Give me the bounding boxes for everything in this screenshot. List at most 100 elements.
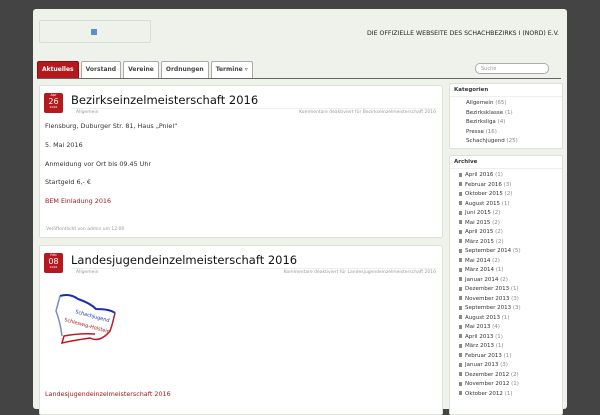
sidebar-link[interactable]: März 2014 (1) bbox=[459, 266, 562, 276]
sidebar-link[interactable]: Juni 2015 (2) bbox=[459, 209, 562, 219]
link-label[interactable]: September 2014 bbox=[465, 248, 511, 254]
archive-icon bbox=[459, 343, 462, 348]
sidebar-link[interactable]: Januar 2014 (2) bbox=[459, 276, 562, 286]
archive-icon bbox=[459, 286, 462, 291]
link-label[interactable]: Allgemein bbox=[466, 100, 493, 106]
sidebar-link[interactable]: April 2015 (2) bbox=[459, 228, 562, 238]
sidebar-link[interactable]: August 2013 (1) bbox=[459, 314, 562, 324]
post-count: (2) bbox=[500, 276, 508, 283]
archive-icon bbox=[459, 191, 462, 196]
archive-icon bbox=[459, 391, 462, 395]
site-tagline: DIE OFFIZIELLE WEBSEITE DES SCHACHBEZIRK… bbox=[367, 30, 559, 37]
bem-einladung-link[interactable]: BEM Einladung 2016 bbox=[45, 197, 111, 205]
post-category[interactable]: Allgemein bbox=[76, 270, 98, 275]
link-label[interactable]: Oktober 2015 bbox=[465, 191, 503, 197]
post-count: (5) bbox=[512, 248, 521, 254]
widget-title: Archive bbox=[450, 156, 562, 169]
link-label[interactable]: August 2013 bbox=[465, 315, 500, 321]
post-count: (3) bbox=[511, 295, 519, 302]
sidebar-link[interactable]: August 2015 (1) bbox=[459, 200, 562, 210]
tab-ordnungen[interactable]: Ordnungen bbox=[160, 61, 209, 78]
archive-icon bbox=[459, 381, 462, 386]
link-label[interactable]: März 2015 bbox=[465, 239, 494, 245]
link-label[interactable]: Mai 2015 bbox=[465, 220, 490, 226]
sidebar-link[interactable]: Mai 2015 (2) bbox=[459, 219, 562, 229]
sidebar-link[interactable]: Februar 2016 (3) bbox=[459, 181, 562, 191]
archive-icon bbox=[459, 258, 462, 262]
link-label[interactable]: Dezember 2012 bbox=[465, 372, 509, 378]
link-label[interactable]: März 2014 bbox=[465, 267, 494, 273]
sidebar-link[interactable]: Dezember 2012 (2) bbox=[459, 371, 562, 381]
comments-status: Kommentare deaktiviert für Landesjugende… bbox=[283, 270, 436, 275]
post-count: (25) bbox=[506, 138, 518, 144]
sidebar-link[interactable]: April 2016 (1) bbox=[459, 171, 562, 181]
sidebar-link[interactable]: Allgemein (65) bbox=[466, 99, 562, 109]
post-count: (3) bbox=[503, 181, 512, 188]
link-label[interactable]: November 2013 bbox=[465, 296, 509, 302]
link-label[interactable]: Januar 2014 bbox=[465, 277, 498, 283]
link-label[interactable]: April 2013 bbox=[465, 334, 493, 340]
link-label[interactable]: Mai 2014 bbox=[465, 258, 490, 264]
sidebar-link[interactable]: Oktober 2015 (2) bbox=[459, 190, 562, 200]
tab-vorstand[interactable]: Vorstand bbox=[80, 61, 122, 78]
tab-aktuelles[interactable]: Aktuelles bbox=[37, 61, 79, 78]
sidebar-link[interactable]: Presse (16) bbox=[466, 128, 562, 138]
link-label[interactable]: Dezember 2013 bbox=[465, 286, 509, 292]
post-category[interactable]: Allgemein bbox=[76, 110, 98, 115]
link-label[interactable]: Februar 2016 bbox=[465, 182, 502, 188]
link-label[interactable]: Juni 2015 bbox=[465, 210, 491, 216]
broken-image-icon: . bbox=[91, 29, 97, 35]
sidebar-link[interactable]: März 2015 (2) bbox=[459, 238, 562, 248]
post-count: (1) bbox=[503, 352, 512, 359]
link-label[interactable]: August 2015 bbox=[465, 201, 500, 207]
link-label[interactable]: Bezirksklasse bbox=[466, 110, 503, 116]
sidebar-link[interactable]: Dezember 2013 (1) bbox=[459, 285, 562, 295]
sidebar-link[interactable]: April 2013 (1) bbox=[459, 333, 562, 343]
sidebar-link[interactable]: Schachjugend (25) bbox=[466, 137, 562, 147]
site-logo[interactable]: . bbox=[39, 20, 151, 43]
sidebar-link[interactable]: Januar 2013 (3) bbox=[459, 361, 562, 371]
link-label[interactable]: Januar 2013 bbox=[465, 362, 498, 368]
post-footer: Veröffentlicht von admin um 12:00 bbox=[46, 227, 125, 232]
nav-divider bbox=[37, 78, 561, 79]
sidebar-link[interactable]: Mai 2014 (2) bbox=[459, 257, 562, 267]
link-label[interactable]: Bezirksliga bbox=[466, 119, 496, 125]
link-label[interactable]: November 2012 bbox=[465, 381, 509, 387]
sidebar-link[interactable]: November 2013 (3) bbox=[459, 295, 562, 305]
sidebar-link[interactable]: September 2014 (5) bbox=[459, 247, 562, 257]
ljem-link[interactable]: Landesjugendeinzelmeisterschaft 2016 bbox=[45, 390, 171, 398]
post-title[interactable]: Landesjugendeinzelmeisterschaft 2016 bbox=[71, 253, 297, 267]
link-label[interactable]: April 2016 bbox=[465, 172, 493, 178]
post-text: Anmeldung vor Ort bis 09.45 Uhr bbox=[45, 159, 152, 168]
tab-termine[interactable]: Termine ▿ bbox=[210, 61, 253, 78]
sidebar-link[interactable]: Februar 2013 (1) bbox=[459, 352, 562, 362]
sidebar-link[interactable]: Bezirksklasse (1) bbox=[466, 109, 562, 119]
link-label[interactable]: Mai 2013 bbox=[465, 324, 490, 330]
link-label[interactable]: Schachjugend bbox=[466, 138, 505, 144]
sidebar-link[interactable]: September 2013 (3) bbox=[459, 304, 562, 314]
link-label[interactable]: März 2013 bbox=[465, 343, 494, 349]
link-label[interactable]: April 2015 bbox=[465, 229, 493, 235]
sidebar-link[interactable]: Mai 2013 (4) bbox=[459, 323, 562, 333]
post-count: (65) bbox=[495, 100, 507, 106]
sidebar-link[interactable]: Bezirksliga (4) bbox=[466, 118, 562, 128]
sidebar-link[interactable]: März 2013 (1) bbox=[459, 342, 562, 352]
post-article: Feb 08 2016 Landesjugendeinzelmeisterschaf… bbox=[39, 245, 443, 415]
tab-vereine[interactable]: Vereine bbox=[123, 61, 159, 78]
archive-icon bbox=[459, 220, 462, 224]
post-title[interactable]: Bezirkseinzelmeisterschaft 2016 bbox=[71, 93, 258, 107]
date-badge: Feb 08 2016 bbox=[44, 253, 63, 273]
archive-icon bbox=[459, 229, 462, 234]
archive-icon bbox=[459, 305, 462, 310]
post-count: (4) bbox=[492, 324, 500, 330]
link-label[interactable]: Oktober 2012 bbox=[465, 391, 503, 397]
archive-icon bbox=[459, 315, 462, 319]
post-count: (1) bbox=[495, 172, 503, 178]
link-label[interactable]: Februar 2013 bbox=[465, 353, 502, 359]
sidebar-link[interactable]: Oktober 2012 (1) bbox=[459, 390, 562, 400]
archive-icon bbox=[459, 172, 462, 177]
search-input[interactable]: Suche bbox=[475, 63, 549, 74]
link-label[interactable]: Presse bbox=[466, 129, 484, 135]
link-label[interactable]: September 2013 bbox=[465, 305, 511, 311]
sidebar-link[interactable]: November 2012 (1) bbox=[459, 380, 562, 390]
